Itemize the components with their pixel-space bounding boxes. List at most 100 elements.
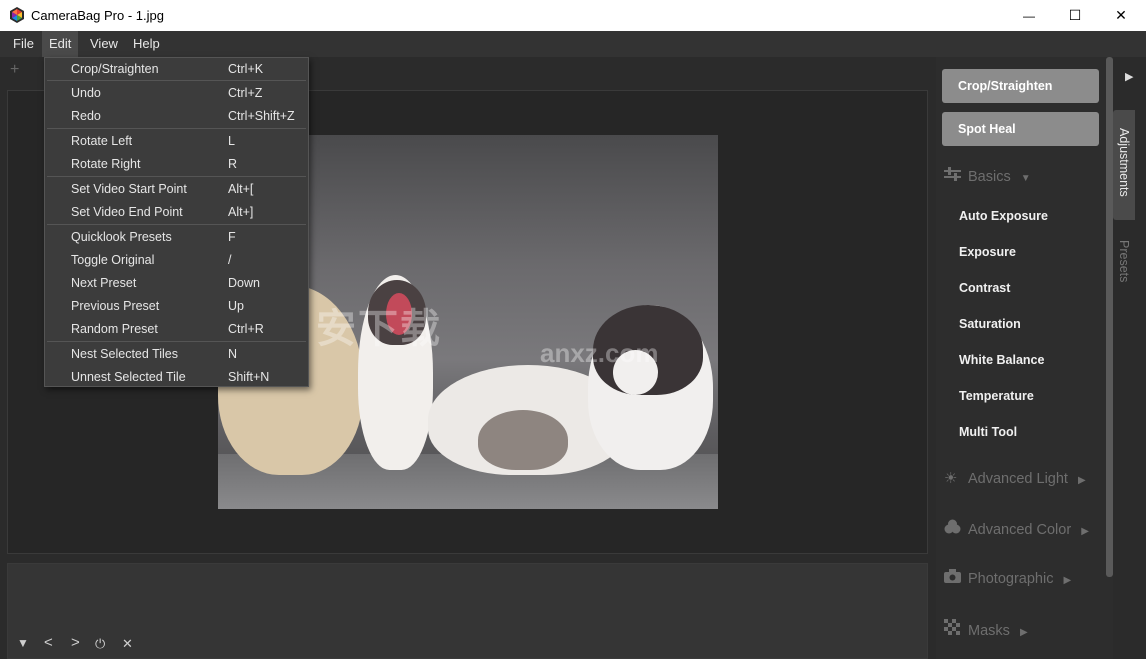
menu-item-random-preset[interactable]: Random Preset Ctrl+R: [45, 318, 308, 340]
menu-item-toggle-original[interactable]: Toggle Original /: [45, 249, 308, 271]
chevron-right-icon: ▶: [1019, 627, 1028, 638]
sun-icon: ☀: [944, 470, 958, 487]
section-basics[interactable]: Basics ▼: [944, 167, 1031, 185]
menu-view[interactable]: View: [83, 31, 125, 57]
chevron-right-icon: ▶: [1078, 475, 1086, 486]
menu-item-label: Rotate Right: [71, 157, 141, 171]
adjustment-item[interactable]: Temperature: [959, 389, 1034, 403]
menu-help[interactable]: Help: [126, 31, 167, 57]
menu-item-label: Set Video Start Point: [71, 182, 187, 196]
menu-item-label: Crop/Straighten: [71, 62, 159, 76]
menu-item-next-preset[interactable]: Next Preset Down: [45, 272, 308, 294]
menu-item-shortcut: Alt+]: [228, 205, 254, 219]
section-title: Basics: [968, 169, 1011, 185]
adjustment-item[interactable]: Exposure: [959, 245, 1016, 259]
menu-item-unnest-tile[interactable]: Unnest Selected Tile Shift+N: [45, 366, 308, 388]
menu-item-shortcut: R: [228, 157, 238, 171]
close-icon: ✕: [1115, 7, 1127, 23]
remove-icon[interactable]: ✕: [122, 636, 133, 652]
menu-item-shortcut: Down: [228, 276, 260, 290]
adjustment-item[interactable]: Multi Tool: [959, 425, 1017, 439]
minimize-button[interactable]: —: [1006, 0, 1052, 31]
menu-item-label: Quicklook Presets: [71, 230, 172, 244]
window-title: CameraBag Pro - 1.jpg: [31, 8, 164, 23]
filmstrip-panel: [7, 563, 928, 659]
menu-item-label: Redo: [71, 109, 101, 123]
menu-item-shortcut: Shift+N: [228, 370, 270, 384]
tab-presets-label: Presets: [1117, 240, 1131, 283]
puppy-shape: [478, 410, 568, 470]
menu-item-quicklook-presets[interactable]: Quicklook Presets F: [45, 226, 308, 248]
crop-straighten-button[interactable]: Crop/Straighten: [942, 69, 1099, 103]
menu-item-shortcut: Ctrl+K: [228, 62, 264, 76]
section-title: Advanced Light: [968, 471, 1068, 487]
section-title: Photographic: [968, 571, 1054, 587]
section-photographic[interactable]: Photographic ▶: [944, 569, 1071, 587]
watermark-sub: anxz.com: [540, 338, 659, 368]
adjustment-item[interactable]: Contrast: [959, 281, 1010, 295]
watermark-text: 安下载: [316, 307, 442, 351]
menu-item-shortcut: Ctrl+R: [228, 322, 264, 336]
add-tile-button[interactable]: +: [10, 61, 19, 79]
maximize-icon: ☐: [1068, 7, 1082, 23]
maximize-button[interactable]: ☐: [1052, 0, 1098, 31]
menu-item-shortcut: Ctrl+Z: [228, 86, 263, 100]
close-button[interactable]: ✕: [1098, 0, 1144, 31]
menu-separator: [47, 341, 306, 342]
menu-item-rotate-right[interactable]: Rotate Right R: [45, 153, 308, 175]
section-advanced-color[interactable]: Advanced Color ▶: [944, 519, 1089, 538]
menu-item-previous-preset[interactable]: Previous Preset Up: [45, 295, 308, 317]
tab-presets[interactable]: Presets: [1113, 232, 1135, 292]
menu-item-shortcut: Alt+[: [228, 182, 254, 196]
chevron-right-icon: ▶: [1081, 526, 1089, 537]
menu-item-label: Next Preset: [71, 276, 137, 290]
menu-item-shortcut: Ctrl+Shift+Z: [228, 109, 295, 123]
adjustment-item[interactable]: White Balance: [959, 353, 1044, 367]
adjustment-item[interactable]: Saturation: [959, 317, 1021, 331]
menu-item-undo[interactable]: Undo Ctrl+Z: [45, 82, 308, 104]
menu-item-shortcut: L: [228, 134, 235, 148]
previous-icon[interactable]: <: [44, 634, 53, 651]
section-title: Masks: [968, 623, 1010, 639]
panel-scrollbar[interactable]: [1106, 57, 1113, 577]
menu-edit[interactable]: Edit: [42, 31, 79, 57]
menu-file[interactable]: File: [6, 31, 41, 57]
menu-separator: [47, 224, 306, 225]
panel-toggle-arrow-icon[interactable]: ▶: [1125, 70, 1133, 83]
chevron-right-icon: ▶: [1063, 575, 1072, 586]
menu-item-nest-tiles[interactable]: Nest Selected Tiles N: [45, 343, 308, 365]
menu-item-set-video-end[interactable]: Set Video End Point Alt+]: [45, 201, 308, 223]
camera-icon: [944, 569, 962, 587]
color-circles-icon: [944, 519, 962, 538]
menu-bar: File Edit View Help: [0, 31, 1146, 57]
section-advanced-light[interactable]: ☀ Advanced Light ▶: [944, 469, 1086, 487]
title-bar: CameraBag Pro - 1.jpg — ☐ ✕: [0, 0, 1146, 31]
tab-adjustments-label: Adjustments: [1117, 128, 1131, 197]
menu-item-redo[interactable]: Redo Ctrl+Shift+Z: [45, 105, 308, 127]
menu-item-set-video-start[interactable]: Set Video Start Point Alt+[: [45, 178, 308, 200]
tab-adjustments[interactable]: Adjustments: [1113, 110, 1135, 220]
menu-item-label: Set Video End Point: [71, 205, 183, 219]
menu-item-shortcut: F: [228, 230, 236, 244]
menu-item-label: Random Preset: [71, 322, 158, 336]
minimize-icon: —: [1023, 8, 1035, 23]
section-masks[interactable]: Masks ▶: [944, 619, 1028, 639]
menu-item-shortcut: N: [228, 347, 238, 361]
menu-separator: [47, 80, 306, 81]
spot-heal-button[interactable]: Spot Heal: [942, 112, 1099, 146]
chevron-down-icon: ▼: [1020, 173, 1031, 184]
menu-item-label: Rotate Left: [71, 134, 133, 148]
collapse-icon[interactable]: ▼: [17, 636, 29, 650]
menu-separator: [47, 128, 306, 129]
section-title: Advanced Color: [968, 522, 1072, 538]
menu-item-rotate-left[interactable]: Rotate Left L: [45, 130, 308, 152]
menu-separator: [47, 176, 306, 177]
camerabag-app-icon: [10, 7, 24, 23]
menu-item-label: Undo: [71, 86, 101, 100]
power-icon[interactable]: ⏻: [95, 636, 105, 652]
menu-item-crop-straighten[interactable]: Crop/Straighten Ctrl+K: [45, 58, 308, 80]
menu-item-label: Previous Preset: [71, 299, 160, 313]
next-icon[interactable]: >: [71, 634, 80, 651]
adjustment-item[interactable]: Auto Exposure: [959, 209, 1048, 223]
menu-item-label: Toggle Original: [71, 253, 155, 267]
